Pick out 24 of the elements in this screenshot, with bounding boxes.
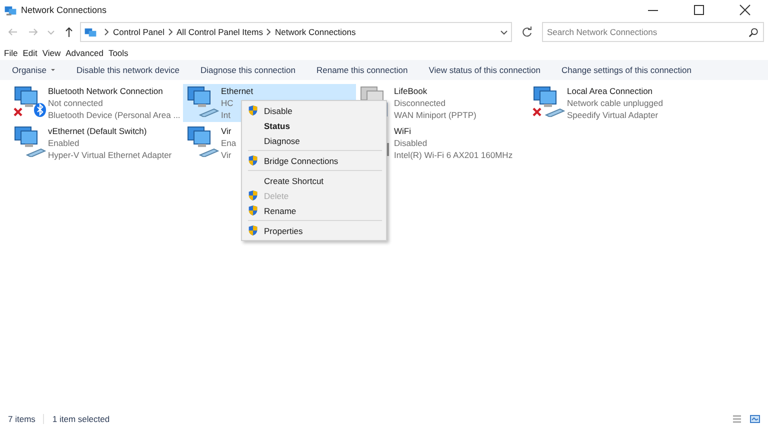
connection-device: Vir — [221, 149, 232, 161]
window-title: Network Connections — [21, 5, 107, 15]
connection-device: WAN Miniport (PPTP) — [394, 109, 476, 121]
connection-name: Local Area Connection — [567, 85, 654, 97]
selection-count: 1 item selected — [52, 414, 110, 424]
connection-device: Bluetooth Device (Personal Area ... — [48, 109, 180, 121]
connection-device: Hyper-V Virtual Ethernet Adapter — [48, 149, 172, 161]
connection-name: vEthernet (Default Switch) — [48, 125, 148, 137]
connection-name: Ethernet — [221, 85, 254, 97]
connection-status: Not connected — [48, 97, 104, 109]
connection-status: Disabled — [394, 137, 428, 149]
connection-status: Enabled — [48, 137, 80, 149]
item-count: 7 items — [8, 414, 36, 424]
connection-status: Ena — [221, 137, 236, 149]
connection-name: LifeBook — [394, 85, 428, 97]
connection-device: Intel(R) Wi-Fi 6 AX201 160MHz — [394, 149, 513, 161]
connection-name: Vir — [221, 125, 232, 137]
connection-status: Network cable unplugged — [567, 97, 663, 109]
connection-name: WiFi — [394, 125, 412, 137]
connection-status: HC — [221, 97, 234, 109]
connection-device: Speedify Virtual Adapter — [567, 109, 660, 121]
connection-name: Bluetooth Network Connection — [48, 85, 164, 97]
connection-status: Disconnected — [394, 97, 447, 109]
connection-device: Int — [221, 109, 232, 121]
